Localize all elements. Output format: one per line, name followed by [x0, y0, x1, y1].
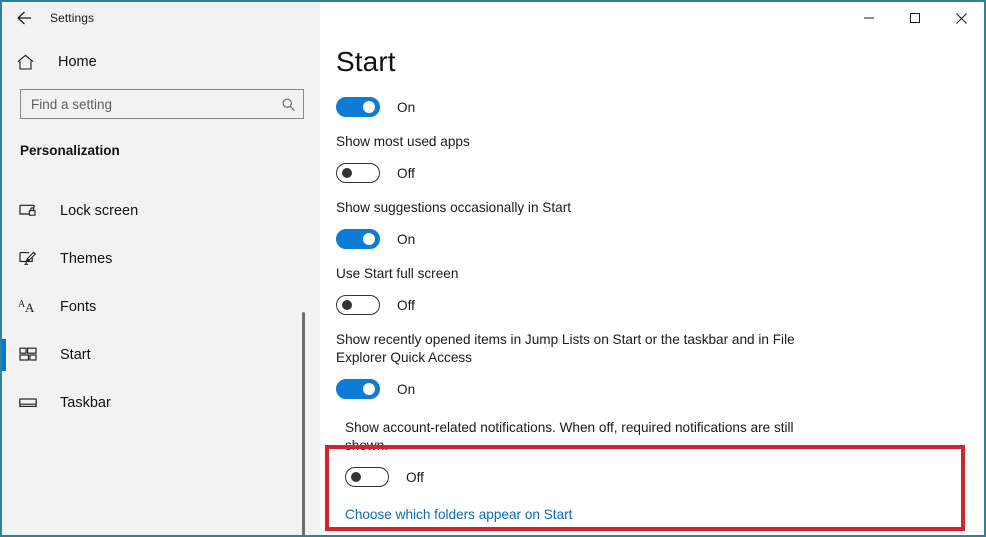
minimize-icon — [863, 12, 875, 24]
setting-row: Show most used apps Off — [336, 133, 984, 188]
svg-text:A: A — [25, 300, 35, 315]
toggle-knob — [363, 383, 375, 395]
themes-brush-icon — [18, 249, 46, 269]
sidebar-item-start[interactable]: Start — [2, 331, 320, 379]
setting-row: On — [336, 92, 984, 122]
toggle-knob — [342, 300, 352, 310]
setting-row: Show suggestions occasionally in Start O… — [336, 199, 984, 254]
show-jump-lists-toggle[interactable] — [336, 379, 380, 399]
title-bar: Settings — [2, 2, 984, 34]
setting-row: Use Start full screen Off — [336, 265, 984, 320]
sidebar-scrollbar-thumb[interactable] — [302, 312, 305, 535]
sidebar-item-fonts-label: Fonts — [60, 299, 97, 315]
app-title: Settings — [50, 11, 95, 25]
sidebar-item-themes[interactable]: Themes — [2, 235, 320, 283]
toggle-state-label: On — [397, 381, 416, 397]
setting-label: Show account-related notifications. When… — [345, 420, 794, 453]
toggle-state-label: Off — [406, 469, 424, 485]
main-content: Start On Show most used apps Off Show su… — [320, 34, 984, 535]
sidebar-item-fonts[interactable]: A A Fonts — [2, 283, 320, 331]
toggle-knob — [363, 101, 375, 113]
start-master-toggle[interactable] — [336, 97, 380, 117]
toggle-row: On — [336, 92, 984, 122]
show-most-used-apps-toggle[interactable] — [336, 163, 380, 183]
sidebar-item-taskbar[interactable]: Taskbar — [2, 379, 320, 427]
back-button[interactable] — [2, 2, 46, 34]
setting-label: Show suggestions occasionally in Start — [336, 200, 571, 215]
toggle-row: On — [336, 224, 984, 254]
sidebar: Home Personalization — [2, 34, 320, 535]
minimize-button[interactable] — [846, 2, 892, 34]
title-bar-drag-region[interactable] — [320, 2, 846, 34]
setting-label: Use Start full screen — [336, 266, 459, 281]
title-bar-left: Settings — [2, 2, 320, 34]
toggle-knob — [342, 168, 352, 178]
search-box[interactable] — [20, 89, 304, 119]
fonts-aa-icon: A A — [18, 297, 46, 317]
maximize-icon — [909, 12, 921, 24]
back-arrow-icon — [14, 8, 34, 28]
sidebar-item-lock-screen-label: Lock screen — [60, 203, 139, 219]
start-tiles-icon — [18, 345, 46, 365]
show-suggestions-toggle[interactable] — [336, 229, 380, 249]
page-title: Start — [336, 46, 396, 77]
sidebar-item-start-label: Start — [60, 347, 91, 363]
account-notifications-toggle[interactable] — [345, 467, 389, 487]
toggle-state-label: On — [397, 99, 416, 115]
window-controls — [846, 2, 984, 34]
sidebar-item-taskbar-label: Taskbar — [60, 395, 111, 411]
search-input[interactable] — [31, 96, 279, 112]
selection-indicator — [2, 339, 6, 371]
footer-link-row: Choose which folders appear on Start — [336, 506, 984, 524]
sidebar-item-themes-label: Themes — [60, 251, 113, 267]
sidebar-group-title: Personalization — [20, 143, 120, 158]
sidebar-item-home-label: Home — [58, 54, 97, 70]
sidebar-item-lock-screen[interactable]: Lock screen — [2, 187, 320, 235]
search-container — [2, 89, 320, 119]
home-icon — [16, 53, 42, 72]
setting-row: Show recently opened items in Jump Lists… — [336, 331, 984, 404]
toggle-row: On — [336, 374, 984, 404]
window-body: Home Personalization — [2, 34, 984, 535]
setting-label: Show recently opened items in Jump Lists… — [336, 332, 795, 365]
toggle-state-label: Off — [397, 165, 415, 181]
use-start-full-screen-toggle[interactable] — [336, 295, 380, 315]
close-icon — [955, 12, 968, 25]
settings-window: Settings Home Find a setting Personaliza… — [0, 0, 986, 537]
choose-folders-link[interactable]: Choose which folders appear on Start — [345, 507, 572, 522]
toggle-knob — [363, 233, 375, 245]
taskbar-icon — [18, 393, 46, 413]
setting-label: Show most used apps — [336, 134, 470, 149]
setting-row-highlighted: Show account-related notifications. When… — [336, 419, 984, 492]
toggle-state-label: Off — [397, 297, 415, 313]
sidebar-item-home[interactable]: Home — [2, 44, 320, 80]
toggle-row: Off — [336, 290, 984, 320]
toggle-row: Off — [345, 462, 984, 492]
search-icon — [279, 97, 297, 112]
toggle-knob — [351, 472, 361, 482]
sidebar-nav-list: Lock screen Themes A A Fonts Start Taskb… — [2, 187, 320, 427]
toggle-state-label: On — [397, 231, 416, 247]
toggle-row: Off — [336, 158, 984, 188]
lock-screen-icon — [18, 201, 46, 221]
close-button[interactable] — [938, 2, 984, 34]
maximize-button[interactable] — [892, 2, 938, 34]
